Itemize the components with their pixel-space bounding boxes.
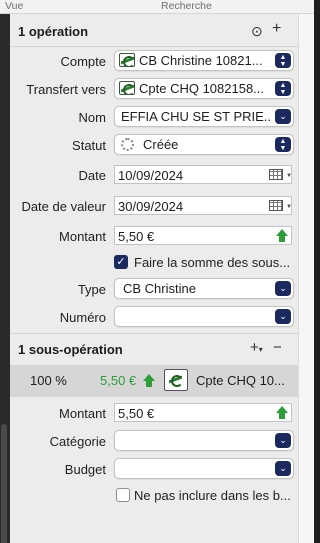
faire-somme-label: Faire la somme des sous... — [134, 255, 291, 270]
left-edge-strip — [0, 14, 10, 543]
compte-value: CB Christine 10821... — [139, 53, 263, 68]
transfert-label: Transfert vers — [26, 82, 106, 97]
type-value: CB Christine — [123, 281, 196, 296]
transfert-value: Cpte CHQ 1082158... — [139, 81, 265, 96]
chevron-down-icon: ▼ — [286, 173, 292, 179]
nom-value: EFFIA CHU SE ST PRIE... — [121, 109, 271, 124]
green-up-arrow-icon — [143, 374, 155, 387]
numero-combobox[interactable]: ⌄ — [114, 306, 294, 327]
categorie-label: Catégorie — [49, 434, 106, 449]
calendar-icon[interactable] — [269, 169, 283, 180]
left-scrollbar-thumb[interactable] — [1, 424, 7, 543]
faire-somme-checkbox[interactable]: ✓ — [114, 255, 128, 269]
sous-montant-field[interactable]: 5,50 € — [114, 403, 292, 422]
green-up-arrow-icon[interactable] — [276, 229, 288, 242]
compte-popup[interactable]: CB Christine 10821... ▲ ▼ — [114, 50, 294, 71]
date-field[interactable]: 10/09/2024 ▼ — [114, 165, 292, 184]
inspector-panel: 1 opération ⊙ + Compte CB Christine 1082… — [10, 14, 298, 543]
montant-field[interactable]: 5,50 € — [114, 226, 292, 245]
chevron-down-icon[interactable]: ⌄ — [275, 461, 291, 476]
updown-chevron-icon: ▲ ▼ — [275, 53, 291, 68]
sous-operation-amount: 5,50 € — [100, 373, 137, 388]
chevron-down-icon[interactable]: ⌄ — [275, 109, 291, 124]
green-up-arrow-icon[interactable] — [276, 406, 288, 419]
date-value: 10/09/2024 — [118, 168, 184, 183]
ellipsis-circle-icon[interactable]: ⊙ — [251, 23, 263, 39]
sous-operation-title: 1 sous-opération — [18, 342, 123, 357]
updown-chevron-icon: ▲ ▼ — [275, 81, 291, 96]
operation-title: 1 opération — [18, 24, 89, 39]
sous-montant-value: 5,50 € — [118, 406, 155, 421]
sous-operation-header: 1 sous-opération +▾ − — [10, 334, 298, 364]
minus-icon[interactable]: − — [273, 340, 282, 356]
statut-label: Statut — [72, 138, 106, 153]
nom-label: Nom — [78, 110, 106, 125]
plus-icon[interactable]: + — [272, 21, 281, 37]
header-divider — [10, 46, 298, 47]
search-label[interactable]: Recherche — [161, 0, 212, 12]
ne-pas-inclure-label: Ne pas inclure dans les b... — [134, 488, 291, 503]
pending-spinner-icon — [121, 138, 134, 151]
chevron-down-icon: ▼ — [286, 204, 292, 210]
montant-label: Montant — [59, 229, 106, 244]
compte-label: Compte — [60, 54, 106, 69]
credit-agricole-logo-icon — [119, 53, 135, 67]
budget-label: Budget — [64, 462, 106, 477]
updown-chevron-icon: ▲ ▼ — [275, 137, 291, 152]
date-label: Date — [78, 168, 106, 183]
sous-operation-account: Cpte CHQ 10... — [196, 373, 285, 388]
view-label[interactable]: Vue — [5, 0, 23, 12]
plus-menu-icon[interactable]: +▾ — [250, 340, 263, 358]
calendar-icon[interactable] — [269, 200, 283, 211]
sous-operation-row[interactable]: 100 % 5,50 € Cpte CHQ 10... — [10, 365, 298, 397]
type-label: Type — [77, 282, 106, 297]
right-scroll-gutter[interactable] — [298, 14, 314, 543]
sous-montant-label: Montant — [59, 406, 106, 421]
top-toolbar: Vue Recherche — [0, 0, 314, 14]
categorie-combobox[interactable]: ⌄ — [114, 430, 294, 451]
credit-agricole-logo-icon — [119, 81, 135, 95]
montant-value: 5,50 € — [118, 229, 155, 244]
statut-value: Créée — [143, 137, 179, 152]
budget-combobox[interactable]: ⌄ — [114, 458, 294, 479]
date-valeur-label: Date de valeur — [21, 199, 106, 214]
transfert-popup[interactable]: Cpte CHQ 1082158... ▲ ▼ — [114, 78, 294, 99]
chevron-down-icon[interactable]: ⌄ — [275, 433, 291, 448]
chevron-down-icon[interactable]: ⌄ — [275, 281, 291, 296]
type-combobox[interactable]: CB Christine ⌄ — [114, 278, 294, 299]
nom-combobox[interactable]: EFFIA CHU SE ST PRIE... ⌄ — [114, 106, 294, 127]
sous-operation-percent: 100 % — [30, 373, 67, 388]
ne-pas-inclure-checkbox[interactable] — [116, 488, 130, 502]
credit-agricole-logo-icon — [164, 369, 188, 391]
statut-popup[interactable]: Créée ▲ ▼ — [114, 134, 294, 155]
date-valeur-value: 30/09/2024 — [118, 199, 184, 214]
date-valeur-field[interactable]: 30/09/2024 ▼ — [114, 196, 292, 215]
numero-label: Numéro — [59, 310, 106, 325]
operation-header: 1 opération ⊙ + — [10, 16, 298, 46]
chevron-down-icon[interactable]: ⌄ — [275, 309, 291, 324]
